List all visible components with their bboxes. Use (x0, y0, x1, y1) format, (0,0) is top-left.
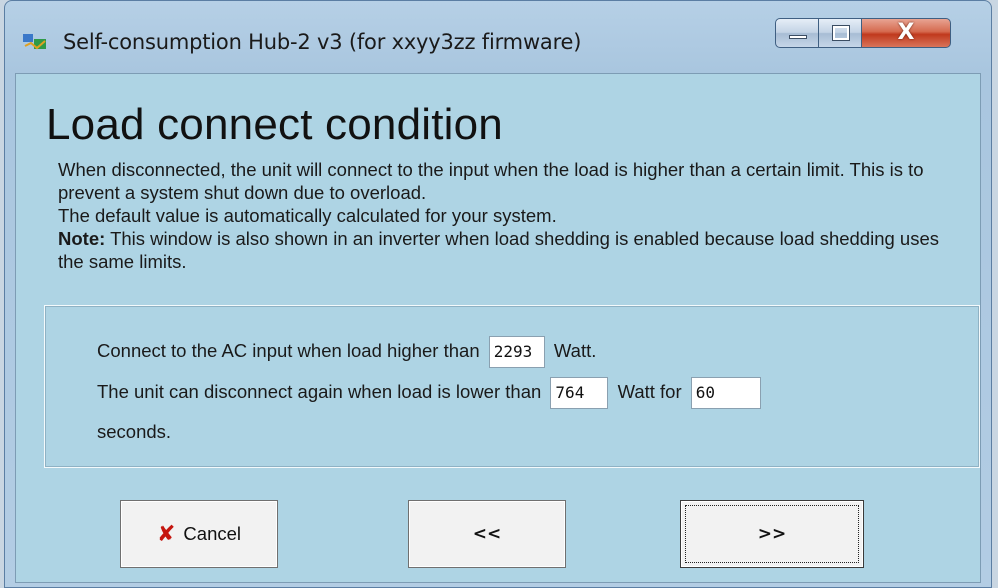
connect-watt-input[interactable]: 2293 (488, 336, 545, 368)
cancel-button[interactable]: ✘ Cancel (120, 500, 278, 568)
note-paragraph: Note: This window is also shown in an in… (58, 227, 968, 273)
disconnect-row: The unit can disconnect again when load … (97, 377, 765, 409)
back-label: << (472, 524, 502, 544)
next-button[interactable]: >> (680, 500, 864, 568)
note-label: Note: (58, 228, 106, 249)
minimize-button[interactable] (775, 18, 819, 48)
maximize-icon (832, 25, 850, 41)
description: When disconnected, the unit will connect… (58, 158, 968, 273)
minimize-icon (789, 35, 807, 39)
cancel-label: Cancel (183, 523, 242, 544)
app-window: Self-consumption Hub-2 v3 (for xxyy3zz f… (4, 0, 992, 588)
disconnect-label: The unit can disconnect again when load … (97, 380, 542, 402)
x-icon: ✘ (156, 522, 176, 547)
title-bar[interactable]: Self-consumption Hub-2 v3 (for xxyy3zz f… (5, 1, 991, 73)
page-heading: Load connect condition (46, 100, 503, 149)
connect-row: Connect to the AC input when load higher… (97, 336, 596, 368)
app-icon (23, 34, 46, 50)
seconds-row: seconds. (97, 421, 171, 443)
connect-label: Connect to the AC input when load higher… (97, 339, 480, 361)
settings-group: Connect to the AC input when load higher… (44, 305, 980, 468)
seconds-input[interactable]: 60 (690, 377, 761, 409)
disconnect-unit-label: Watt for (617, 380, 682, 402)
default-value-text: The default value is automatically calcu… (58, 205, 557, 226)
window-title: Self-consumption Hub-2 v3 (for xxyy3zz f… (63, 30, 582, 54)
dialog-body: Load connect condition When disconnected… (15, 73, 981, 583)
seconds-label: seconds. (97, 421, 172, 442)
disconnect-watt-input[interactable]: 764 (550, 377, 609, 409)
close-button[interactable]: X (861, 18, 951, 48)
focus-rectangle (685, 505, 859, 563)
back-button[interactable]: << (408, 500, 566, 568)
note-text: This window is also shown in an inverter… (58, 228, 940, 272)
connect-unit-label: Watt. (553, 339, 597, 361)
maximize-button[interactable] (818, 18, 862, 48)
close-icon: X (897, 20, 915, 45)
description-text: When disconnected, the unit will connect… (58, 159, 924, 203)
